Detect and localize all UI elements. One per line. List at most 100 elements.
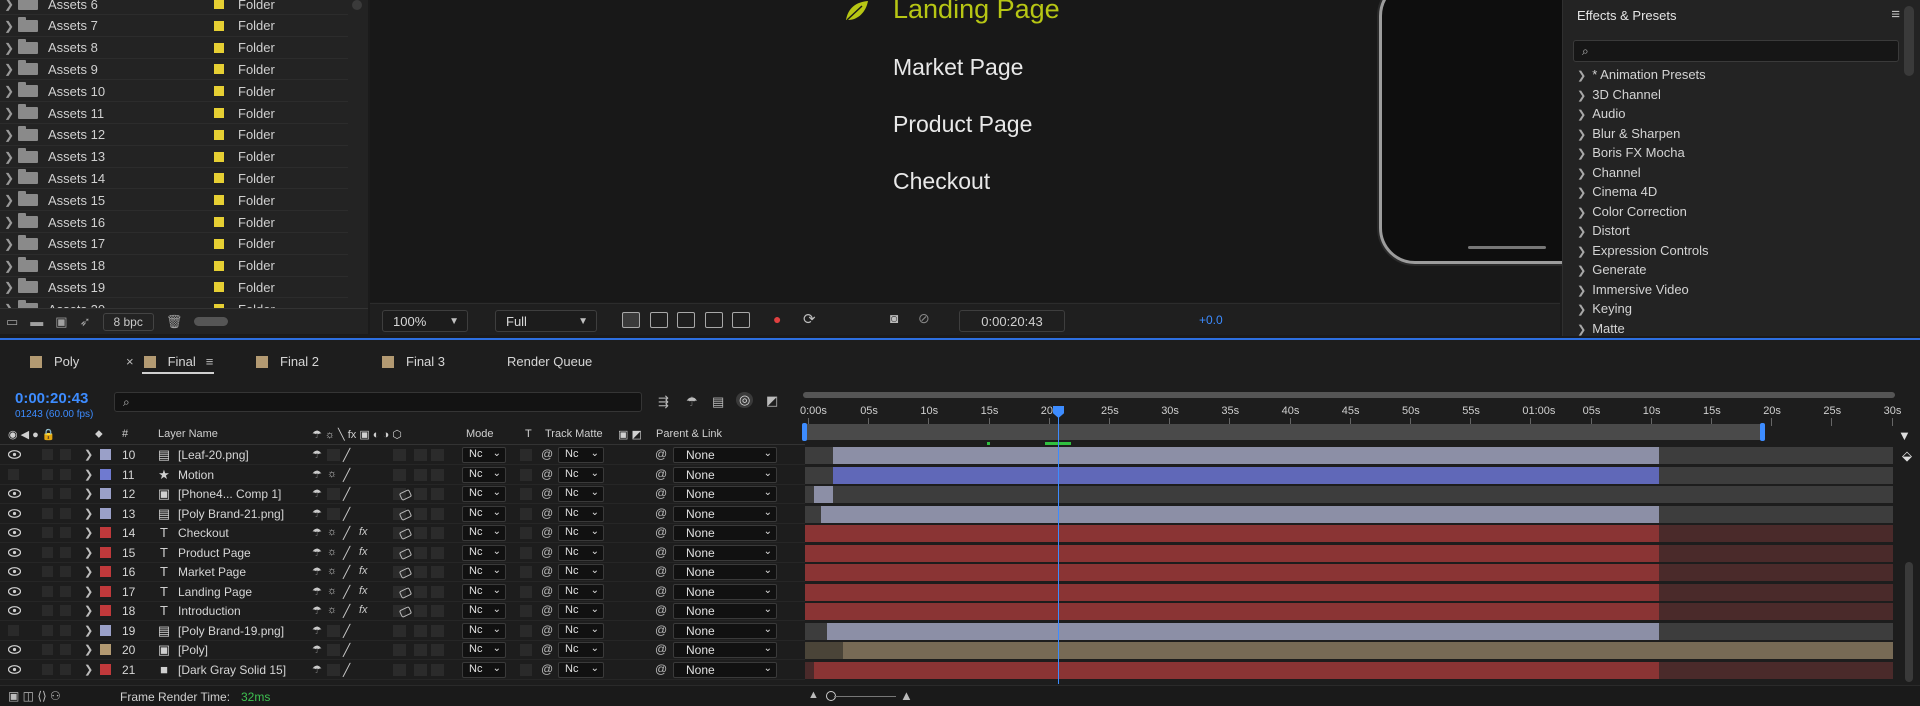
switch-box[interactable] — [414, 488, 427, 500]
chevron-right-icon[interactable]: ❯ — [0, 128, 18, 142]
switch-empty[interactable] — [327, 449, 340, 461]
preserve-transparency-toggle[interactable] — [520, 663, 532, 676]
solo-toggle[interactable] — [42, 566, 53, 577]
layer-row[interactable]: ❯ 19 ▤ [Poly Brand-19.png] ☂ ╱ Nc ⌄ @ Nc ⌄ @ None ⌄ — [0, 622, 805, 641]
chevron-right-icon[interactable]: ❯ — [84, 585, 93, 598]
shy-switch-icon[interactable]: ☂ — [312, 468, 322, 481]
shy-switch-icon[interactable]: ☂ — [312, 643, 322, 656]
lock-toggle[interactable] — [60, 585, 71, 597]
eye-icon[interactable] — [8, 586, 21, 597]
layer-label-color[interactable] — [100, 624, 111, 636]
layer-duration-bar[interactable] — [843, 642, 1893, 659]
quality-switch-icon[interactable]: ╱ — [343, 487, 350, 501]
collapse-switch-icon[interactable]: ☼ — [327, 546, 337, 558]
label-swatch[interactable] — [214, 0, 224, 9]
quality-switch-icon[interactable]: ╱ — [343, 507, 350, 521]
preserve-transparency-toggle[interactable] — [520, 566, 532, 578]
layer-name[interactable]: [Poly] — [178, 643, 208, 657]
parent-pickwhip-icon[interactable]: @ — [655, 545, 667, 559]
tab-final-3[interactable]: Final 3 — [382, 354, 445, 369]
solo-toggle[interactable] — [42, 468, 53, 480]
switch-box[interactable] — [414, 566, 427, 578]
switch-box[interactable] — [431, 449, 444, 461]
parent-dropdown[interactable]: None ⌄ — [673, 603, 777, 619]
work-area-end-handle[interactable] — [1760, 423, 1765, 441]
parent-pickwhip-icon[interactable]: @ — [655, 584, 667, 598]
switch-empty[interactable] — [327, 624, 340, 637]
switch-box[interactable] — [431, 644, 444, 656]
project-item[interactable]: ❯ Assets 12 Folder — [0, 124, 348, 146]
lock-toggle[interactable] — [60, 449, 71, 460]
switch-box[interactable] — [431, 663, 444, 676]
shy-switch-icon[interactable]: ☂ — [312, 546, 322, 559]
layer-label-color[interactable] — [100, 644, 111, 655]
track-matte-dropdown[interactable]: Nc ⌄ — [558, 642, 604, 658]
track-matte-dropdown[interactable]: Nc ⌄ — [558, 583, 604, 600]
mode-dropdown[interactable]: Nc ⌄ — [462, 661, 506, 678]
layer-row[interactable]: ❯ 21 ■ [Dark Gray Solid 15] ☂ ╱ Nc ⌄ @ Nc ⌄ @ None ⌄ — [0, 661, 805, 680]
grid-guides-icon[interactable] — [732, 312, 750, 328]
new-folder-icon[interactable]: ▬ — [30, 314, 43, 329]
eye-icon[interactable] — [8, 547, 21, 558]
tab-render-queue[interactable]: Render Queue — [507, 354, 592, 369]
label-swatch[interactable] — [214, 42, 224, 53]
track-matte-dropdown[interactable]: Nc ⌄ — [558, 622, 604, 639]
matte-pickwhip-icon[interactable]: @ — [541, 545, 553, 559]
layer-duration-bar[interactable] — [805, 525, 1660, 542]
eye-icon[interactable] — [8, 527, 21, 538]
chevron-right-icon[interactable]: ❯ — [1577, 168, 1586, 180]
project-item[interactable]: ❯ Assets 16 Folder — [0, 211, 348, 233]
render-time-toggle-icon[interactable]: ▣ ◫ ⟨⟩ ⚇ — [8, 689, 61, 703]
layer-name[interactable]: [Poly Brand-19.png] — [178, 624, 284, 638]
shy-switch-icon[interactable]: ☂ — [312, 585, 322, 598]
lock-toggle[interactable] — [60, 566, 71, 577]
switch-box[interactable] — [431, 488, 444, 500]
switch-box[interactable] — [414, 449, 427, 461]
layer-name[interactable]: Landing Page — [178, 585, 252, 599]
project-item[interactable]: ❯ Assets 15 Folder — [0, 189, 348, 212]
project-item[interactable]: ❯ Assets 6 Folder — [0, 0, 348, 15]
label-swatch[interactable] — [214, 238, 224, 249]
chevron-right-icon[interactable]: ❯ — [84, 565, 93, 578]
layer-duration-bar[interactable] — [805, 544, 1660, 562]
layer-duration-bar[interactable] — [821, 505, 1660, 523]
mode-dropdown[interactable]: Nc ⌄ — [462, 466, 506, 483]
switch-empty[interactable] — [327, 644, 340, 656]
flowchart-icon[interactable]: ➶ — [80, 314, 91, 330]
solo-toggle[interactable] — [42, 507, 53, 519]
layer-duration-bar[interactable] — [826, 622, 1660, 640]
layer-duration-bar[interactable] — [805, 603, 1660, 620]
eye-icon[interactable] — [8, 566, 21, 577]
time-navigator[interactable] — [803, 392, 1895, 398]
matte-pickwhip-icon[interactable]: @ — [541, 564, 553, 578]
switch-box[interactable] — [431, 507, 444, 520]
quality-switch-icon[interactable]: ╱ — [343, 468, 350, 482]
chevron-right-icon[interactable]: ❯ — [84, 546, 93, 559]
preserve-transparency-toggle[interactable] — [520, 546, 532, 559]
switch-box[interactable] — [414, 546, 427, 559]
layer-label-color[interactable] — [100, 605, 111, 616]
region-of-interest-icon[interactable] — [705, 312, 723, 328]
parent-dropdown[interactable]: None ⌄ — [673, 564, 777, 580]
chevron-right-icon[interactable]: ❯ — [1577, 187, 1586, 199]
effects-category[interactable]: ❯ Immersive Video — [1577, 282, 1689, 297]
chevron-right-icon[interactable]: ❯ — [84, 643, 93, 656]
chevron-right-icon[interactable]: ❯ — [0, 62, 18, 76]
effects-scrollbar[interactable] — [1904, 6, 1914, 76]
marker-icon[interactable]: ⬙ — [1902, 448, 1912, 464]
layer-name[interactable]: [Dark Gray Solid 15] — [178, 663, 286, 677]
work-area-bar[interactable] — [805, 424, 1763, 440]
fx-switch-icon[interactable]: fx — [359, 546, 368, 558]
matte-pickwhip-icon[interactable]: @ — [541, 623, 553, 637]
video-toggle[interactable] — [8, 468, 19, 480]
shy-switch-icon[interactable]: ☂ — [312, 565, 322, 578]
chevron-right-icon[interactable]: ❯ — [84, 663, 93, 676]
matte-pickwhip-icon[interactable]: @ — [541, 525, 553, 539]
chevron-right-icon[interactable]: ❯ — [0, 19, 18, 33]
shy-switch-icon[interactable]: ☂ — [312, 487, 322, 500]
chevron-right-icon[interactable]: ❯ — [1577, 90, 1586, 102]
tab-final[interactable]: × Final ≡ — [126, 354, 213, 369]
switch-box[interactable] — [431, 585, 444, 598]
lock-toggle[interactable] — [60, 644, 71, 655]
switch-box[interactable] — [431, 605, 444, 617]
